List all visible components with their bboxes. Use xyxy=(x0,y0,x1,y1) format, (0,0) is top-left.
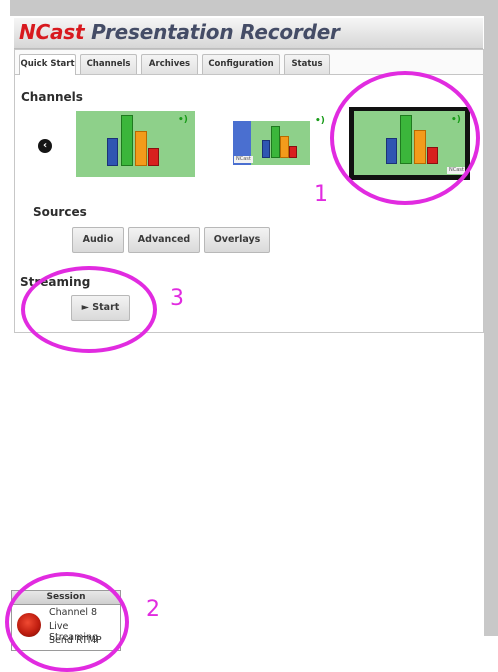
tab-archives[interactable]: Archives xyxy=(141,54,198,74)
overlays-button[interactable]: Overlays xyxy=(204,227,270,253)
tab-quick-start[interactable]: Quick Start xyxy=(19,54,76,75)
tab-configuration[interactable]: Configuration xyxy=(202,54,280,74)
audio-icon: •) xyxy=(178,115,188,125)
thumb-ncast-tag: NCast xyxy=(234,156,253,163)
channel-thumbnail-1[interactable]: •) xyxy=(76,111,195,177)
annotation-circle-3 xyxy=(21,266,157,353)
audio-icon: •) xyxy=(315,116,325,126)
brand-logo-text: NCast xyxy=(19,20,85,44)
annotation-number-3: 3 xyxy=(170,286,184,311)
channel-thumbnail-2[interactable]: NCast xyxy=(233,121,310,165)
annotation-circle-1 xyxy=(330,71,480,205)
app-title: NCast Presentation Recorder xyxy=(19,20,340,44)
annotation-number-1: 1 xyxy=(314,182,328,207)
tab-status[interactable]: Status xyxy=(284,54,330,74)
annotation-circle-2 xyxy=(5,572,129,672)
advanced-button[interactable]: Advanced xyxy=(128,227,200,253)
sources-heading: Sources xyxy=(33,205,87,219)
window-frame-right xyxy=(484,0,498,636)
window-frame-top xyxy=(10,0,485,16)
audio-button[interactable]: Audio xyxy=(72,227,124,253)
annotation-number-2: 2 xyxy=(146,597,160,622)
chevron-left-icon[interactable]: ‹ xyxy=(38,139,52,153)
tab-channels[interactable]: Channels xyxy=(80,54,137,74)
channels-heading: Channels xyxy=(21,90,83,104)
app-title-bar: NCast Presentation Recorder xyxy=(14,18,483,49)
